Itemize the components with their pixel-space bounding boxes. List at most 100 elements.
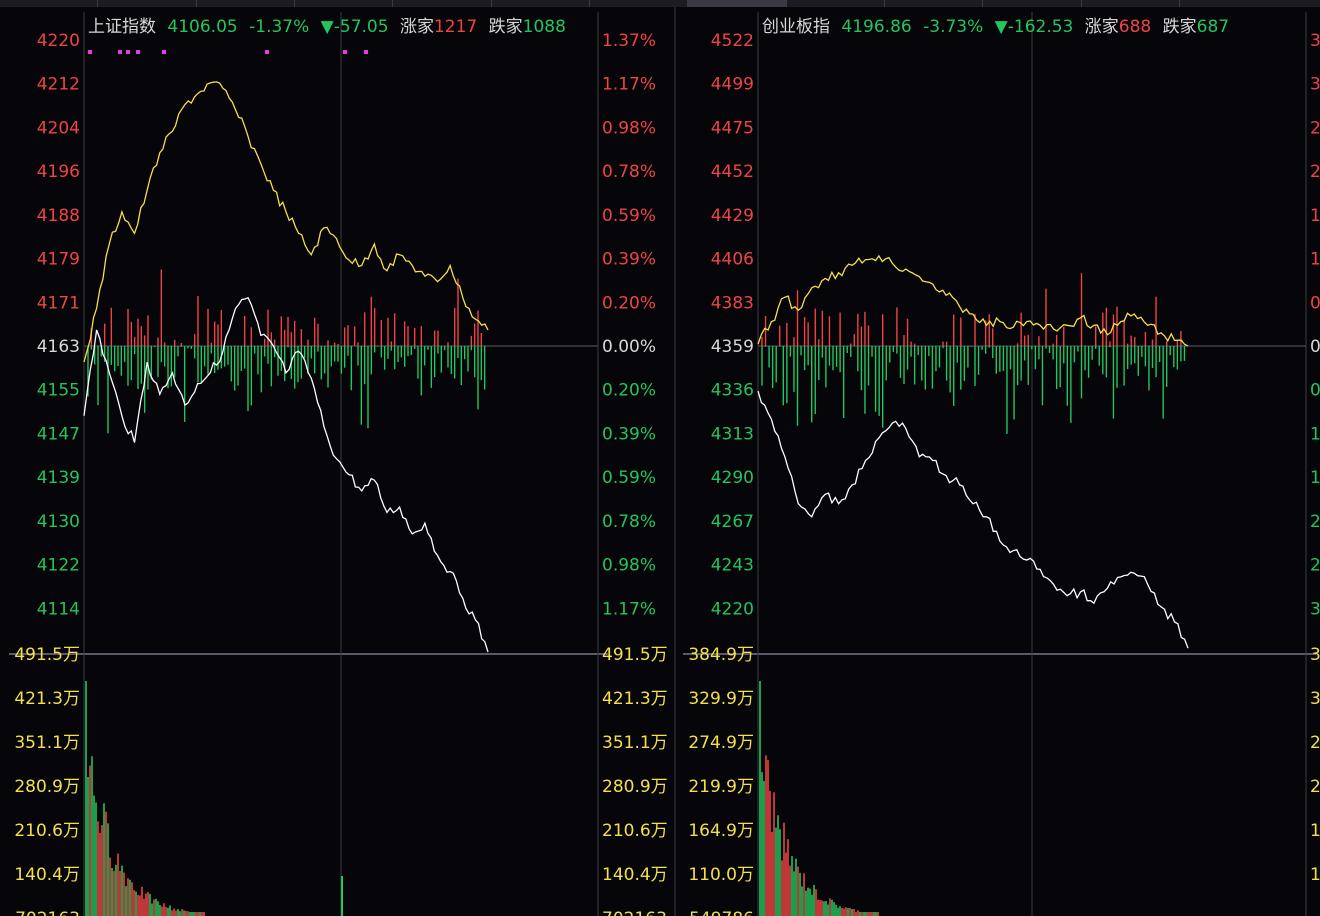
price-tick-label: 4147 — [37, 424, 80, 444]
volume-tick-label: 280.9万 — [14, 777, 80, 797]
price-tick-label: 4130 — [37, 512, 80, 532]
price-tick-label: 4429 — [711, 206, 754, 226]
rise-count: 688 — [1118, 17, 1152, 37]
rise-count: 1217 — [433, 17, 478, 37]
percent-tick-label: 1.17% — [602, 599, 656, 619]
percent-tick-label: 0.78% — [602, 512, 656, 532]
price-tick-label: 4220 — [711, 599, 754, 619]
price-tick-label: 4171 — [37, 293, 80, 313]
volume-tick-label: 491.5万 — [14, 645, 80, 665]
price-tick-label: 4499 — [711, 75, 754, 95]
price-tick-label: 4179 — [37, 250, 80, 270]
volume-tick-label: 329.9万 — [688, 689, 754, 709]
volume-tick-label-right: 1 — [1310, 821, 1320, 841]
price-tick-label: 4188 — [37, 206, 80, 226]
chart-canvas: 4220 4212 4204 4196 4188 4179 4171 4163 4155 4147… — [9, 7, 1320, 916]
signal-marker — [343, 50, 347, 54]
volume-tick-label: 421.3万 — [14, 689, 80, 709]
percent-tick-label: 0.39% — [602, 250, 656, 270]
price-tick-label: 4313 — [711, 424, 754, 444]
price-tick-label: 4290 — [711, 468, 754, 488]
last-price: 4196.86 — [841, 17, 912, 37]
price-tick-label: 4220 — [37, 31, 80, 51]
volume-tick-label-right: 421.3万 — [602, 689, 668, 709]
price-tick-label: 4243 — [711, 556, 754, 576]
down-arrow-icon: ▼ — [994, 17, 1008, 37]
volume-tick-label: 210.6万 — [14, 821, 80, 841]
percent-tick-label: 0.20% — [602, 381, 656, 401]
price-tick-label: 4452 — [711, 162, 754, 182]
fall-count: 687 — [1196, 17, 1230, 37]
index-name: 创业板指 — [762, 17, 830, 37]
volume-tick-label-right: 702163 — [602, 909, 667, 916]
fall-count: 1088 — [522, 17, 566, 37]
percent-tick-label: 1 — [1310, 468, 1320, 488]
percent-tick-label: 0.98% — [602, 118, 656, 138]
percent-tick-label: 0.78% — [602, 162, 656, 182]
change-value: -162.53 — [1007, 17, 1074, 37]
volume-tick-label-right: 3 — [1310, 689, 1320, 709]
percent-tick-label: 2 — [1310, 556, 1320, 576]
rise-label: 涨家 — [399, 17, 434, 37]
percent-tick-label: 0 — [1310, 293, 1320, 313]
volume-tick-label-right: 491.5万 — [602, 645, 668, 665]
price-tick-label: 4212 — [37, 75, 80, 95]
down-arrow-icon: ▼ — [320, 17, 334, 37]
price-tick-label: 4359 — [711, 337, 754, 357]
change-percent: -1.37% — [249, 17, 310, 37]
volume-tick-label-right: 2 — [1310, 733, 1320, 753]
price-tick-label: 4114 — [37, 599, 80, 619]
price-tick-label: 4139 — [37, 468, 80, 488]
volume-tick-label: 384.9万 — [688, 645, 754, 665]
average-line — [83, 81, 489, 363]
volume-tick-label: 702163 — [15, 909, 80, 916]
fall-label: 跌家 — [1162, 17, 1197, 37]
volume-tick-label: 110.0万 — [688, 865, 754, 885]
index-name: 上证指数 — [88, 17, 156, 37]
percent-tick-label: 0.59% — [602, 206, 656, 226]
panel-header-sh: 上证指数 4106.05 -1.37% ▼-57.05 涨家1217 跌家108… — [88, 12, 572, 37]
percent-tick-label: 3 — [1310, 599, 1320, 619]
percent-tick-label: 0 — [1310, 337, 1320, 357]
signal-marker — [88, 50, 92, 54]
volume-tick-label-right: 140.4万 — [602, 865, 668, 885]
volume-tick-label-right: 280.9万 — [602, 777, 668, 797]
percent-tick-label: 0 — [1310, 381, 1320, 401]
price-tick-label: 4122 — [37, 556, 80, 576]
signal-marker — [265, 50, 269, 54]
price-tick-label: 4267 — [711, 512, 754, 532]
volume-tick-label: 274.9万 — [688, 733, 754, 753]
percent-tick-label: 1 — [1310, 250, 1320, 270]
price-tick-label: 4196 — [37, 162, 80, 182]
fall-label: 跌家 — [488, 17, 523, 37]
last-price: 4106.05 — [167, 17, 238, 37]
percent-tick-label: 2 — [1310, 512, 1320, 532]
volume-tick-label-right: 2 — [1310, 777, 1320, 797]
signal-marker — [126, 50, 130, 54]
volume-tick-label: 164.9万 — [688, 821, 754, 841]
percent-tick-label: 0.20% — [602, 293, 656, 313]
change-value: -57.05 — [333, 17, 389, 37]
percent-tick-label: 3 — [1310, 31, 1320, 51]
price-tick-label: 4383 — [711, 293, 754, 313]
signal-marker — [162, 50, 166, 54]
signal-marker — [118, 50, 122, 54]
volume-tick-label-right: 3 — [1310, 645, 1320, 665]
price-tick-label: 4336 — [711, 381, 754, 401]
rise-label: 涨家 — [1084, 17, 1119, 37]
percent-tick-label: 1 — [1310, 424, 1320, 444]
change-percent: -3.73% — [923, 17, 984, 37]
percent-tick-label: 0.59% — [602, 468, 656, 488]
percent-tick-label: 0.39% — [602, 424, 656, 444]
volume-tick-label: 219.9万 — [688, 777, 754, 797]
percent-tick-label: 3 — [1310, 75, 1320, 95]
volume-tick-label-right: 351.1万 — [602, 733, 668, 753]
price-tick-label: 4163 — [37, 337, 80, 357]
price-tick-label: 4204 — [37, 118, 80, 138]
percent-tick-label: 0.00% — [602, 337, 656, 357]
panel-header-cyb: 创业板指 4196.86 -3.73% ▼-162.53 涨家688 跌家687 — [762, 12, 1235, 37]
price-tick-label: 4475 — [711, 118, 754, 138]
percent-tick-label: 1.17% — [602, 75, 656, 95]
percent-tick-label: 0.98% — [602, 556, 656, 576]
volume-tick-label-right: 1 — [1310, 865, 1320, 885]
